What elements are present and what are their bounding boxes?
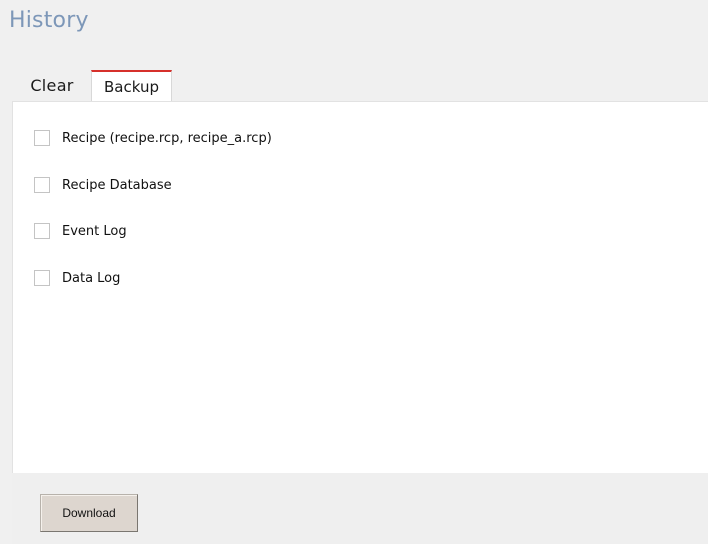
- backup-panel: Recipe (recipe.rcp, recipe_a.rcp) Recipe…: [12, 101, 708, 473]
- option-label: Recipe Database: [62, 177, 172, 193]
- recipe-database-checkbox[interactable]: [34, 177, 50, 193]
- option-label: Event Log: [62, 223, 127, 239]
- option-recipe-database[interactable]: Recipe Database: [34, 175, 172, 195]
- option-recipe[interactable]: Recipe (recipe.rcp, recipe_a.rcp): [34, 128, 272, 148]
- option-data-log[interactable]: Data Log: [34, 268, 120, 288]
- option-label: Data Log: [62, 270, 121, 286]
- action-footer: Download: [12, 473, 708, 544]
- data-log-checkbox[interactable]: [34, 270, 50, 286]
- page-title: History: [9, 8, 89, 33]
- tab-bar: Clear Backup: [13, 70, 172, 101]
- recipe-checkbox[interactable]: [34, 130, 50, 146]
- tab-clear[interactable]: Clear: [13, 70, 91, 101]
- option-event-log[interactable]: Event Log: [34, 221, 127, 241]
- tab-backup[interactable]: Backup: [91, 70, 172, 101]
- option-label: Recipe (recipe.rcp, recipe_a.rcp): [62, 130, 272, 146]
- download-button[interactable]: Download: [40, 494, 138, 532]
- event-log-checkbox[interactable]: [34, 223, 50, 239]
